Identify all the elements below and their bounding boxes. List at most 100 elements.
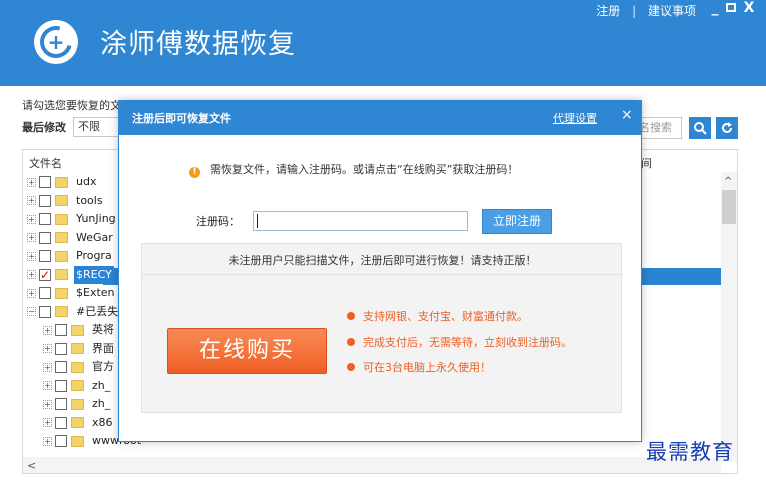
row-checkbox[interactable] <box>55 379 67 392</box>
row-checkbox[interactable] <box>55 416 67 429</box>
tree-row[interactable]: − #已丢失 <box>27 303 120 321</box>
expand-toggle-icon[interactable]: + <box>27 251 36 261</box>
expand-toggle-icon[interactable]: + <box>43 436 52 446</box>
scroll-left-icon[interactable]: < <box>27 459 36 472</box>
maximize-button[interactable] <box>722 0 740 16</box>
expand-toggle-icon[interactable]: + <box>27 214 36 224</box>
row-checkbox[interactable] <box>39 176 51 188</box>
row-checkbox[interactable] <box>39 250 51 262</box>
tree-row-label: zh_ <box>92 397 111 410</box>
expand-toggle-icon[interactable]: − <box>27 307 36 316</box>
feature-item: 支持网银、支付宝、财富通付款。 <box>347 308 528 324</box>
column-header-name[interactable]: 文件名 <box>29 155 62 171</box>
tree-row[interactable]: + WeGar <box>27 229 115 247</box>
selection-hint: 请勾选您要恢复的文 <box>22 99 121 112</box>
row-checkbox[interactable] <box>55 435 67 447</box>
expand-toggle-icon[interactable]: + <box>27 288 36 298</box>
folder-icon <box>55 287 68 299</box>
scroll-up-icon[interactable]: ^ <box>724 176 732 187</box>
app-logo-icon: + <box>34 20 78 64</box>
row-checkbox[interactable] <box>55 361 67 373</box>
feature-item: 完成支付后，无需等待，立刻收到注册码。 <box>347 334 572 350</box>
tree-row[interactable]: + YunJing <box>27 210 118 228</box>
folder-icon <box>55 269 68 280</box>
expand-toggle-icon[interactable]: + <box>27 177 36 187</box>
tree-row[interactable]: + 界面 <box>43 340 116 358</box>
expand-toggle-icon[interactable]: + <box>43 381 52 390</box>
folder-icon <box>55 306 68 317</box>
scroll-thumb[interactable] <box>722 190 736 224</box>
expand-toggle-icon[interactable]: + <box>43 325 52 335</box>
row-checkbox[interactable] <box>39 305 51 318</box>
expand-toggle-icon[interactable]: + <box>27 270 36 279</box>
promo-line: 未注册用户只能扫描文件，注册后即可进行恢复！请支持正版！ <box>228 254 537 267</box>
feature-item: 可在3台电脑上永久使用！ <box>347 359 491 375</box>
close-window-button[interactable]: X <box>740 0 758 16</box>
tree-row[interactable]: + udx <box>27 173 98 191</box>
tree-row-label: zh_ <box>92 378 111 392</box>
tree-row[interactable]: + tools <box>27 192 105 210</box>
tree-row[interactable]: + $RECY <box>27 265 114 284</box>
row-checkbox[interactable] <box>55 342 67 355</box>
row-checkbox[interactable] <box>39 213 51 225</box>
dialog-close-icon[interactable]: × <box>621 107 633 123</box>
tree-row-label: Progra <box>76 249 112 262</box>
buy-online-button[interactable]: 在线购买 <box>167 328 327 374</box>
dialog-title: 注册后即可恢复文件 <box>132 112 231 125</box>
app-title: 涂师傅数据恢复 <box>100 29 296 60</box>
reg-code-input[interactable] <box>253 211 468 231</box>
bullet-icon <box>347 312 355 320</box>
notice-text: 需恢复文件，请输入注册码。或请点击“在线购买”获取注册码！ <box>210 163 519 176</box>
register-dialog: 注册后即可恢复文件 代理设置 × ! 需恢复文件，请输入注册码。或请点击“在线购买… <box>118 100 642 442</box>
text-caret <box>257 214 258 228</box>
search-button[interactable] <box>689 117 711 139</box>
refresh-button[interactable] <box>716 117 738 139</box>
tree-row[interactable]: + $Exten <box>27 284 117 302</box>
tree-row[interactable]: + Progra <box>27 247 114 265</box>
expand-toggle-icon[interactable]: + <box>27 196 36 205</box>
feedback-link[interactable]: 建议事项 <box>648 2 696 19</box>
row-checkbox[interactable] <box>39 194 51 207</box>
expand-toggle-icon[interactable]: + <box>43 344 52 353</box>
row-checkbox[interactable] <box>39 287 51 299</box>
feature-text: 完成支付后，无需等待，立刻收到注册码。 <box>363 336 572 349</box>
tree-row[interactable]: + zh_ <box>43 377 112 395</box>
folder-icon <box>71 361 84 373</box>
proxy-settings-link[interactable]: 代理设置 <box>553 110 597 126</box>
register-now-button[interactable]: 立即注册 <box>482 209 552 234</box>
tree-row-label: x86 <box>92 415 113 429</box>
column-header-time[interactable]: 间 <box>641 155 652 171</box>
row-checkbox[interactable] <box>55 324 67 336</box>
folder-icon <box>55 232 68 243</box>
dialog-notice: ! 需恢复文件，请输入注册码。或请点击“在线购买”获取注册码！ <box>189 161 518 178</box>
modified-filter-select[interactable]: 不限 <box>73 117 123 137</box>
register-link[interactable]: 注册 <box>596 2 620 19</box>
maximize-icon <box>726 3 736 12</box>
filter-label: 最后修改 <box>22 121 66 134</box>
folder-icon <box>71 380 84 391</box>
expand-toggle-icon[interactable]: + <box>43 362 52 372</box>
expand-toggle-icon[interactable]: + <box>43 418 52 427</box>
folder-icon <box>71 343 84 354</box>
feature-text: 支持网银、支付宝、财富通付款。 <box>363 310 528 323</box>
tree-row[interactable]: + x86 <box>43 414 115 432</box>
horizontal-scrollbar[interactable]: < <box>23 457 721 473</box>
tree-row-label: 官方 <box>92 360 114 373</box>
expand-toggle-icon[interactable]: + <box>27 233 36 242</box>
tree-row-label: 界面 <box>92 341 114 355</box>
vertical-scrollbar[interactable]: ^ <box>721 172 737 462</box>
tree-row-label: $Exten <box>76 286 115 299</box>
folder-icon <box>55 213 68 225</box>
row-checkbox[interactable] <box>39 266 51 284</box>
tree-row-label: udx <box>76 175 97 188</box>
row-checkbox[interactable] <box>39 231 51 244</box>
expand-toggle-icon[interactable]: + <box>43 399 52 409</box>
search-icon <box>694 121 707 135</box>
tree-row-label: $RECY <box>74 265 114 284</box>
bullet-icon <box>347 363 355 371</box>
tree-row[interactable]: + 英将 <box>43 321 116 339</box>
folder-icon <box>71 398 84 410</box>
row-checkbox[interactable] <box>55 398 67 410</box>
tree-row[interactable]: + zh_ <box>43 395 112 413</box>
tree-row[interactable]: + 官方 <box>43 358 116 376</box>
